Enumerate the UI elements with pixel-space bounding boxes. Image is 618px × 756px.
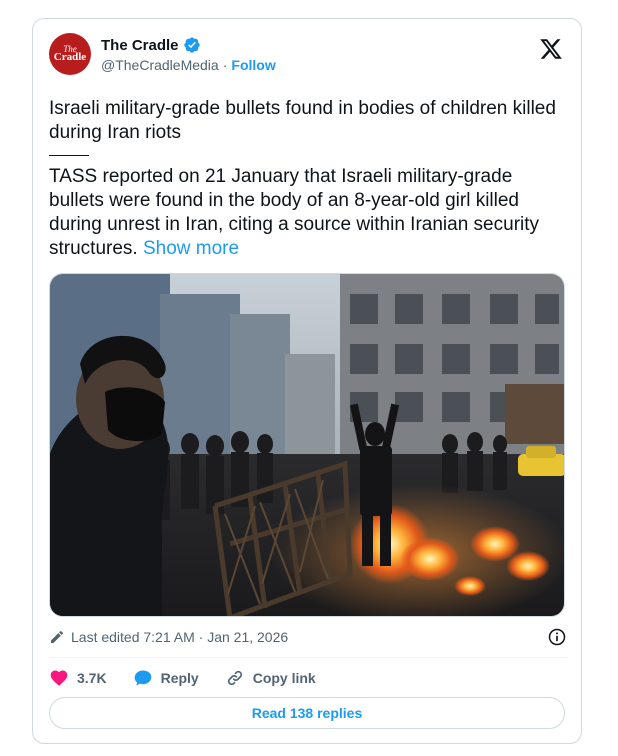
handle[interactable]: @TheCradleMedia <box>101 57 219 73</box>
follow-button[interactable]: Follow <box>231 57 275 73</box>
pencil-icon <box>51 630 64 643</box>
post-meta-row: Last edited 7:21 AM · Jan 21, 2026 <box>49 627 567 647</box>
reply-bubble-icon <box>134 670 151 686</box>
info-icon[interactable] <box>547 627 567 647</box>
post-headline: Israeli military-grade bullets found in … <box>49 98 556 143</box>
embedded-post-card: The Cradle The Cradle @TheCradleMedia · … <box>32 18 582 744</box>
display-name[interactable]: The Cradle <box>101 37 179 54</box>
post-body-text: TASS reported on 21 January that Israeli… <box>49 166 540 259</box>
heart-icon <box>50 670 68 686</box>
x-logo-icon[interactable] <box>539 37 563 61</box>
copy-link-label: Copy link <box>252 670 316 686</box>
like-count: 3.7K <box>77 670 107 686</box>
separator-dot: · <box>222 57 228 73</box>
show-more-link[interactable]: Show more <box>143 238 239 259</box>
avatar-text-bottom: Cradle <box>53 51 87 64</box>
post-body: TASS reported on 21 January that Israeli… <box>49 165 565 261</box>
handle-row: @TheCradleMedia · Follow <box>101 57 276 73</box>
post-header: The Cradle The Cradle @TheCradleMedia · … <box>49 33 567 79</box>
reply-button[interactable]: Reply <box>133 668 199 688</box>
text-divider-line <box>49 155 89 156</box>
last-edited-timestamp[interactable]: Last edited 7:21 AM · Jan 21, 2026 <box>71 629 288 645</box>
avatar[interactable]: The Cradle <box>49 33 91 75</box>
name-row: The Cradle <box>101 36 201 54</box>
street-fire-photo <box>50 274 564 616</box>
actions-divider <box>49 657 567 658</box>
like-button[interactable]: 3.7K <box>49 668 107 688</box>
post-photo[interactable] <box>49 273 565 617</box>
read-replies-button[interactable]: Read 138 replies <box>49 697 565 729</box>
verified-badge-icon <box>183 37 200 53</box>
action-bar: 3.7K Reply Copy link <box>49 665 316 691</box>
reply-label: Reply <box>160 670 199 686</box>
link-icon <box>227 670 242 686</box>
copy-link-button[interactable]: Copy link <box>225 668 316 688</box>
